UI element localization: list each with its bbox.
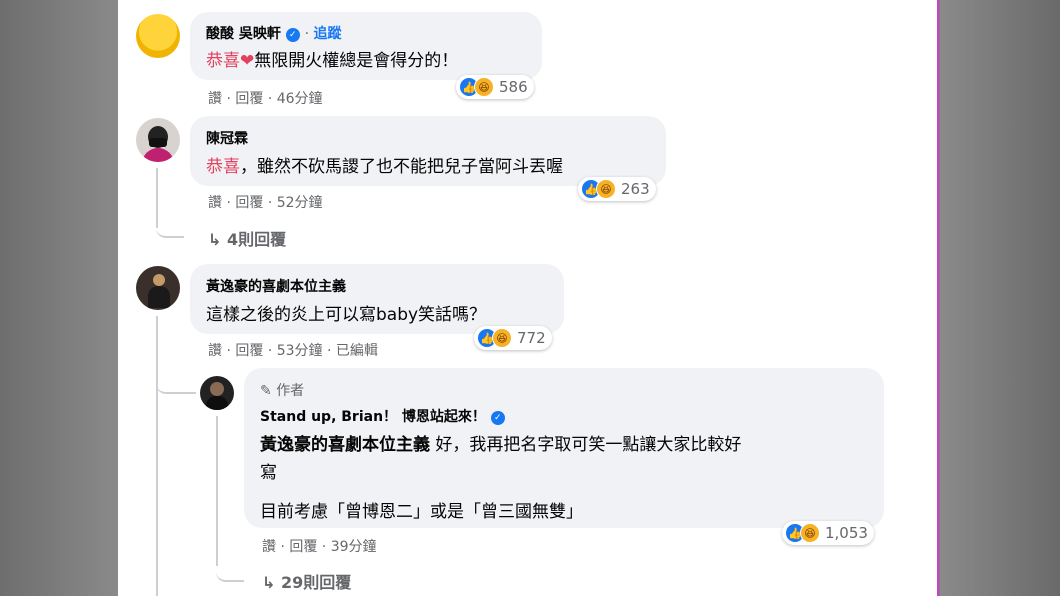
comment-actions[interactable]: 讚 · 回覆 · 53分鐘 · 已編輯 <box>208 340 378 360</box>
avatar[interactable] <box>136 266 180 310</box>
thread-line <box>156 168 158 228</box>
comment-actions[interactable]: 讚 · 回覆 · 46分鐘 <box>208 88 323 108</box>
thread-line <box>156 316 158 596</box>
haha-icon: 😆 <box>800 523 820 543</box>
blurred-background-right <box>940 0 1060 596</box>
verified-icon: ✓ <box>285 28 300 42</box>
comment-text: 恭喜❤無限開火權總是會得分的！ <box>206 51 459 71</box>
reaction-count[interactable]: 👍 😆 586 <box>456 75 534 99</box>
thread-connector <box>156 366 196 394</box>
reply-arrow-icon: ↳ <box>262 573 281 592</box>
comment-actions[interactable]: 讚 · 回覆 · 52分鐘 <box>208 192 323 212</box>
reply-arrow-icon: ↳ <box>208 230 227 249</box>
haha-icon: 😆 <box>596 179 616 199</box>
comment-text: 恭喜，雖然不砍馬謖了也不能把兒子當阿斗丟喔 <box>206 157 563 177</box>
avatar[interactable] <box>200 376 234 410</box>
commenter-name[interactable]: Stand up, Brian！ 博恩站起來！ ✓ <box>260 406 505 426</box>
blurred-background-left <box>0 0 118 596</box>
divider-line <box>937 0 939 596</box>
reply-text-line3: 目前考慮「曾博恩二」或是「曾三國無雙」 <box>260 502 583 522</box>
commenter-name[interactable]: 陳冠霖 <box>206 128 248 148</box>
comment-actions[interactable]: 讚 · 回覆 · 39分鐘 <box>262 536 377 556</box>
haha-icon: 😆 <box>474 77 494 97</box>
commenter-name[interactable]: 黃逸豪的喜劇本位主義 <box>206 276 346 296</box>
verified-icon: ✓ <box>490 411 505 425</box>
follow-link[interactable]: 追蹤 <box>314 26 342 42</box>
comment-text: 這樣之後的炎上可以寫baby笑話嗎？ <box>206 305 487 325</box>
view-replies-link[interactable]: ↳ 29則回覆 <box>262 569 351 593</box>
reaction-count[interactable]: 👍 😆 263 <box>578 177 656 201</box>
view-replies-link[interactable]: ↳ 4則回覆 <box>208 226 286 250</box>
heart-icon: ❤ <box>240 51 255 71</box>
haha-icon: 😆 <box>492 328 512 348</box>
author-badge: ✎ 作者 <box>260 383 305 399</box>
thread-connector <box>216 558 244 582</box>
reply-text: 黃逸豪的喜劇本位主義 好，我再把名字取可笑一點讓大家比較好 <box>260 435 742 455</box>
reaction-count[interactable]: 👍 😆 772 <box>474 326 552 350</box>
reply-text-line2: 寫 <box>260 463 277 483</box>
avatar[interactable] <box>136 118 180 162</box>
avatar[interactable] <box>136 14 180 58</box>
mention-link[interactable]: 黃逸豪的喜劇本位主義 <box>260 435 430 455</box>
thread-connector <box>156 220 184 238</box>
commenter-name[interactable]: 酸酸 吳映軒 ✓ · 追蹤 <box>206 23 342 43</box>
comments-panel: 酸酸 吳映軒 ✓ · 追蹤 恭喜❤無限開火權總是會得分的！ 👍 😆 586 讚 · … <box>118 0 938 596</box>
reaction-count[interactable]: 👍 😆 1,053 <box>782 521 874 545</box>
thread-line <box>216 416 218 566</box>
pencil-icon: ✎ <box>260 383 272 399</box>
